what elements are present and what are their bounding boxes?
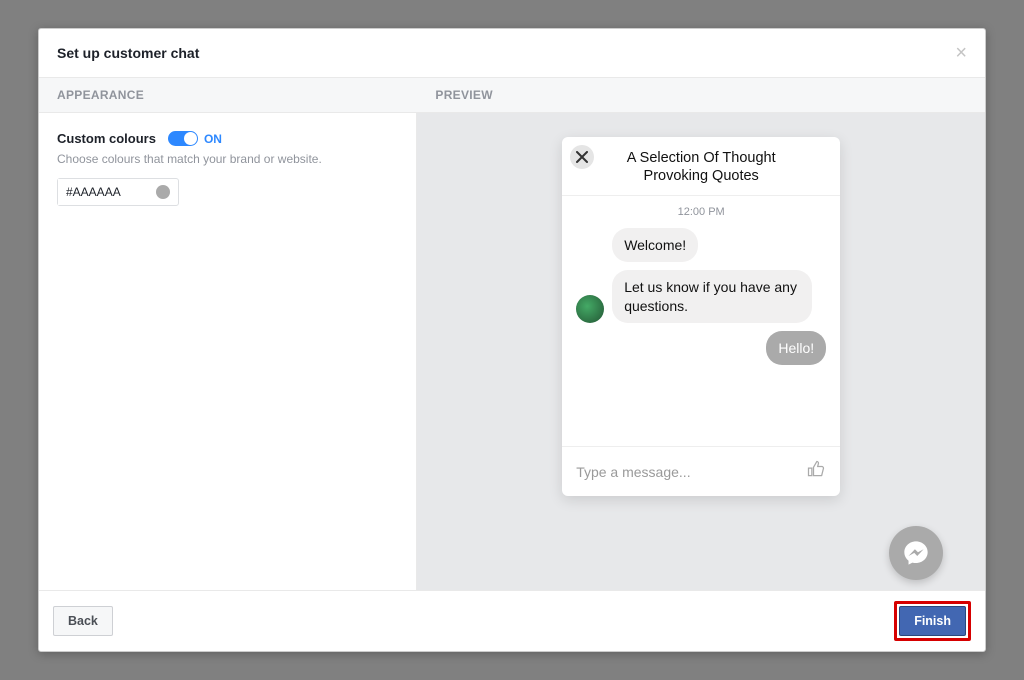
appearance-header: APPEARANCE bbox=[39, 78, 417, 112]
toggle-state-text: ON bbox=[204, 132, 222, 146]
thumbs-up-icon[interactable] bbox=[806, 459, 826, 484]
message-bubble: Welcome! bbox=[612, 228, 698, 262]
back-button[interactable]: Back bbox=[53, 606, 113, 636]
chat-input-row: Type a message... bbox=[562, 446, 840, 496]
close-icon[interactable]: × bbox=[955, 43, 967, 63]
custom-colours-label: Custom colours bbox=[57, 131, 156, 146]
modal-footer: Back Finish bbox=[39, 590, 985, 651]
chat-title: A Selection Of Thought Provoking Quotes bbox=[598, 149, 804, 185]
avatar-icon bbox=[576, 295, 604, 323]
message-bubble: Let us know if you have any questions. bbox=[612, 270, 812, 322]
column-headers: APPEARANCE PREVIEW bbox=[39, 78, 985, 113]
preview-header: PREVIEW bbox=[417, 78, 985, 112]
close-icon bbox=[576, 151, 588, 163]
color-text-field[interactable] bbox=[58, 179, 148, 205]
modal-header: Set up customer chat × bbox=[39, 29, 985, 78]
chat-header: A Selection Of Thought Provoking Quotes bbox=[562, 137, 840, 196]
chat-body: 12:00 PM Welcome! Let us know if you hav… bbox=[562, 196, 840, 446]
chat-input[interactable]: Type a message... bbox=[576, 464, 690, 480]
message-row: Welcome! bbox=[576, 228, 826, 262]
finish-highlight: Finish bbox=[894, 601, 971, 641]
message-row: Hello! bbox=[576, 331, 826, 365]
messenger-bubble[interactable] bbox=[889, 526, 943, 580]
messenger-icon bbox=[902, 539, 930, 567]
message-row: Let us know if you have any questions. bbox=[576, 270, 826, 322]
preview-pane: A Selection Of Thought Provoking Quotes … bbox=[417, 113, 985, 590]
appearance-pane: Custom colours ON Choose colours that ma… bbox=[39, 113, 417, 590]
custom-colours-desc: Choose colours that match your brand or … bbox=[57, 152, 398, 166]
color-input[interactable] bbox=[57, 178, 179, 206]
color-swatch-icon bbox=[156, 185, 170, 199]
custom-colours-toggle[interactable]: ON bbox=[168, 131, 222, 146]
setup-modal: Set up customer chat × APPEARANCE PREVIE… bbox=[38, 28, 986, 652]
modal-title: Set up customer chat bbox=[57, 45, 199, 61]
chat-close-button[interactable] bbox=[570, 145, 594, 169]
toggle-switch-icon bbox=[168, 131, 198, 146]
finish-button[interactable]: Finish bbox=[899, 606, 966, 636]
chat-preview: A Selection Of Thought Provoking Quotes … bbox=[562, 137, 840, 496]
chat-timestamp: 12:00 PM bbox=[576, 206, 826, 218]
message-bubble-sent: Hello! bbox=[766, 331, 826, 365]
